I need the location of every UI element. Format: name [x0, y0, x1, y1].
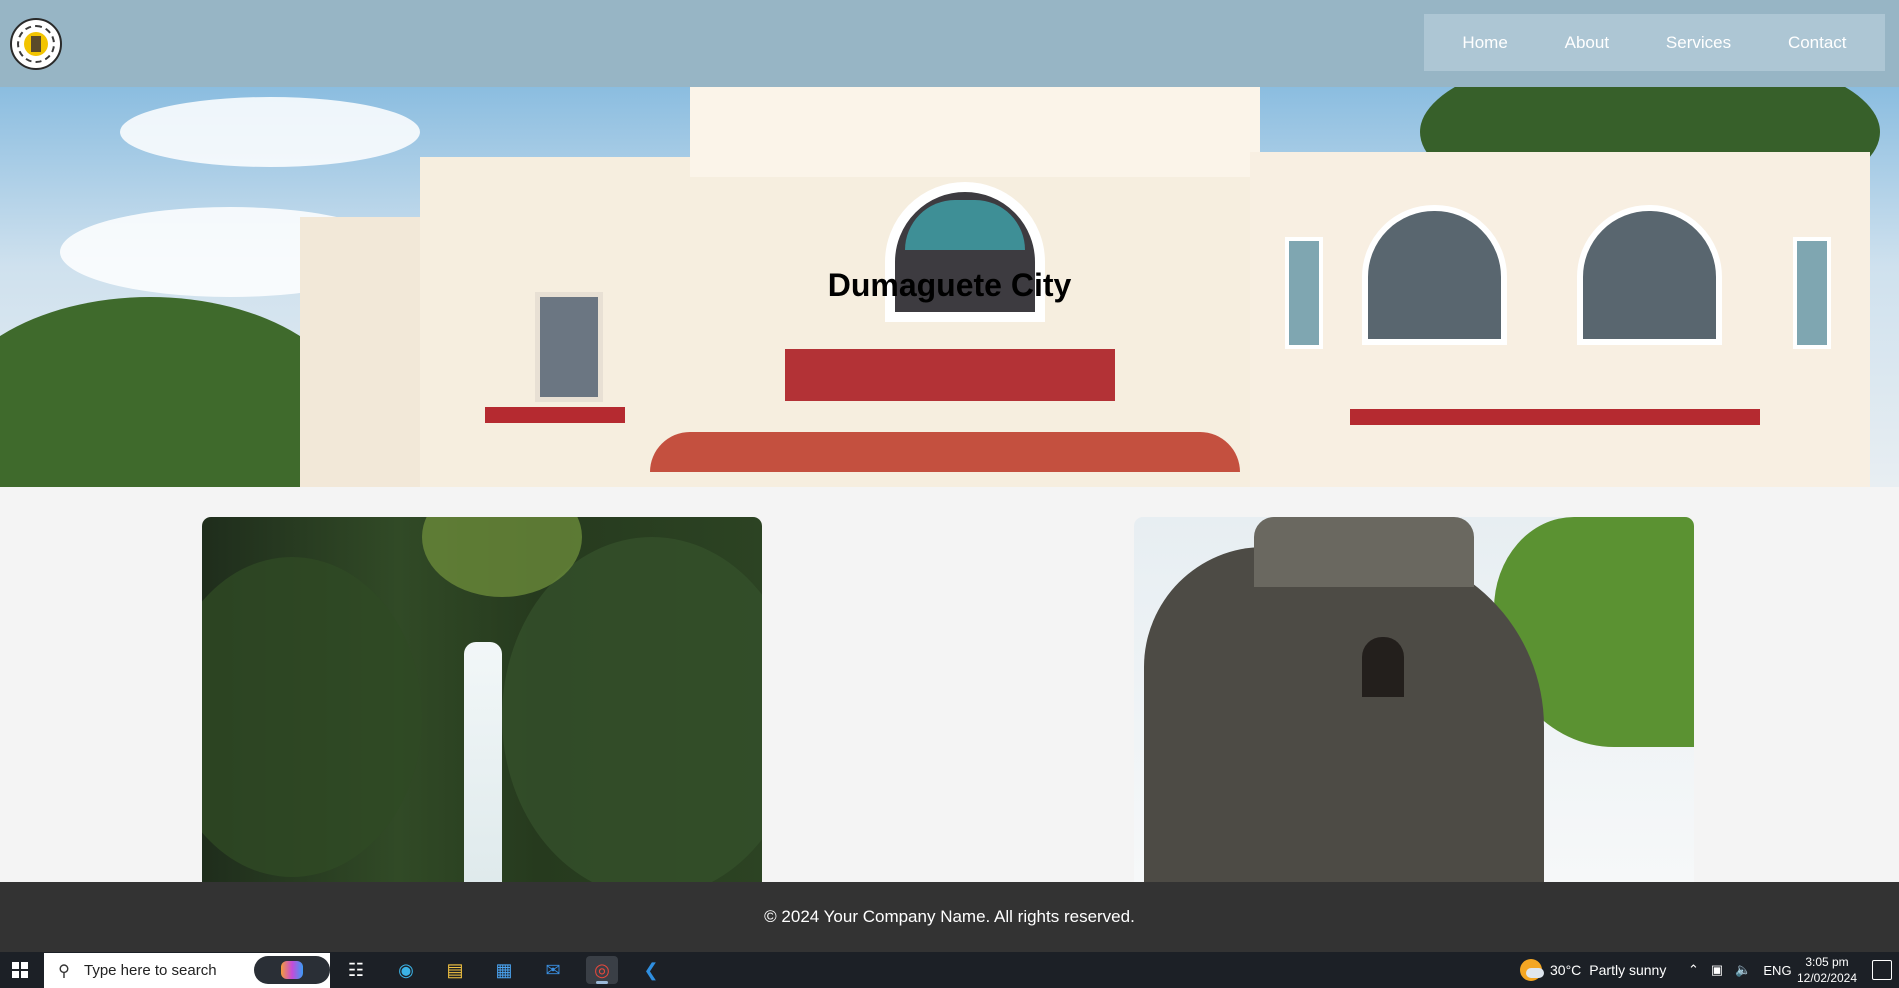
card-bell-tower-image[interactable]	[1134, 517, 1694, 882]
windows-logo-icon	[12, 962, 28, 978]
clock-time: 3:05 pm	[1805, 955, 1849, 969]
language-indicator[interactable]: ENG	[1763, 963, 1791, 978]
partly-sunny-icon	[1520, 959, 1544, 981]
hero-banner: Dumaguete City	[0, 87, 1899, 487]
waterfall	[464, 642, 502, 882]
tile-roof	[650, 432, 1240, 472]
nav-services-link[interactable]: Services	[1656, 27, 1741, 59]
taskbar-clock[interactable]: 3:05 pm 12/02/2024	[1792, 954, 1862, 986]
notification-center-icon[interactable]	[1872, 960, 1892, 980]
windows-taskbar: ⚲ Type here to search ☷ ◉ ▤ ▦ ✉ ◎ ❮ 30°C…	[0, 952, 1899, 988]
building-right-wing	[1250, 152, 1870, 487]
copilot-button[interactable]	[254, 956, 330, 984]
tower-window	[1362, 637, 1404, 697]
system-tray: ⌃ ▣ 🔈 ENG	[1688, 952, 1792, 988]
red-balcony	[785, 349, 1115, 401]
red-trim	[485, 407, 625, 423]
footer-copyright: © 2024 Your Company Name. All rights res…	[764, 907, 1135, 926]
chrome-icon[interactable]: ◎	[586, 956, 618, 984]
hero-title: Dumaguete City	[827, 267, 1072, 303]
volume-muted-icon[interactable]: 🔈	[1735, 962, 1751, 978]
site-footer: © 2024 Your Company Name. All rights res…	[0, 882, 1899, 952]
cloud	[120, 97, 420, 167]
nav-home-link[interactable]: Home	[1452, 27, 1517, 59]
start-button[interactable]	[0, 952, 40, 988]
search-placeholder: Type here to search	[84, 962, 217, 979]
file-explorer-icon[interactable]: ▤	[439, 956, 471, 984]
edge-icon[interactable]: ◉	[390, 956, 422, 984]
window	[535, 292, 603, 402]
nav-about-link[interactable]: About	[1555, 27, 1619, 59]
logo-tower-mark	[31, 36, 41, 52]
mail-icon[interactable]: ✉	[537, 956, 569, 984]
building-upper	[690, 87, 1260, 177]
nav-contact-link[interactable]: Contact	[1778, 27, 1857, 59]
weather-widget[interactable]: 30°C Partly sunny	[1520, 952, 1666, 988]
weather-desc: Partly sunny	[1589, 962, 1667, 978]
copilot-icon	[281, 961, 303, 979]
stone-tower	[1144, 547, 1544, 882]
network-icon[interactable]: ▣	[1711, 962, 1723, 978]
tower-top	[1254, 517, 1474, 587]
foliage	[202, 557, 422, 877]
red-trim	[1350, 409, 1760, 425]
weather-temp: 30°C	[1550, 962, 1582, 978]
card-waterfall-image[interactable]	[202, 517, 762, 882]
search-icon: ⚲	[58, 962, 70, 980]
site-header: Home About Services Contact	[0, 0, 1899, 87]
store-icon[interactable]: ▦	[488, 956, 520, 984]
task-view-icon[interactable]: ☷	[340, 956, 372, 984]
main-nav: Home About Services Contact	[1424, 14, 1885, 71]
clock-date: 12/02/2024	[1796, 971, 1858, 985]
fanlight	[905, 200, 1025, 250]
vscode-icon[interactable]: ❮	[635, 956, 667, 984]
chevron-up-icon[interactable]: ⌃	[1688, 962, 1699, 978]
city-seal-logo-icon[interactable]	[10, 18, 62, 70]
